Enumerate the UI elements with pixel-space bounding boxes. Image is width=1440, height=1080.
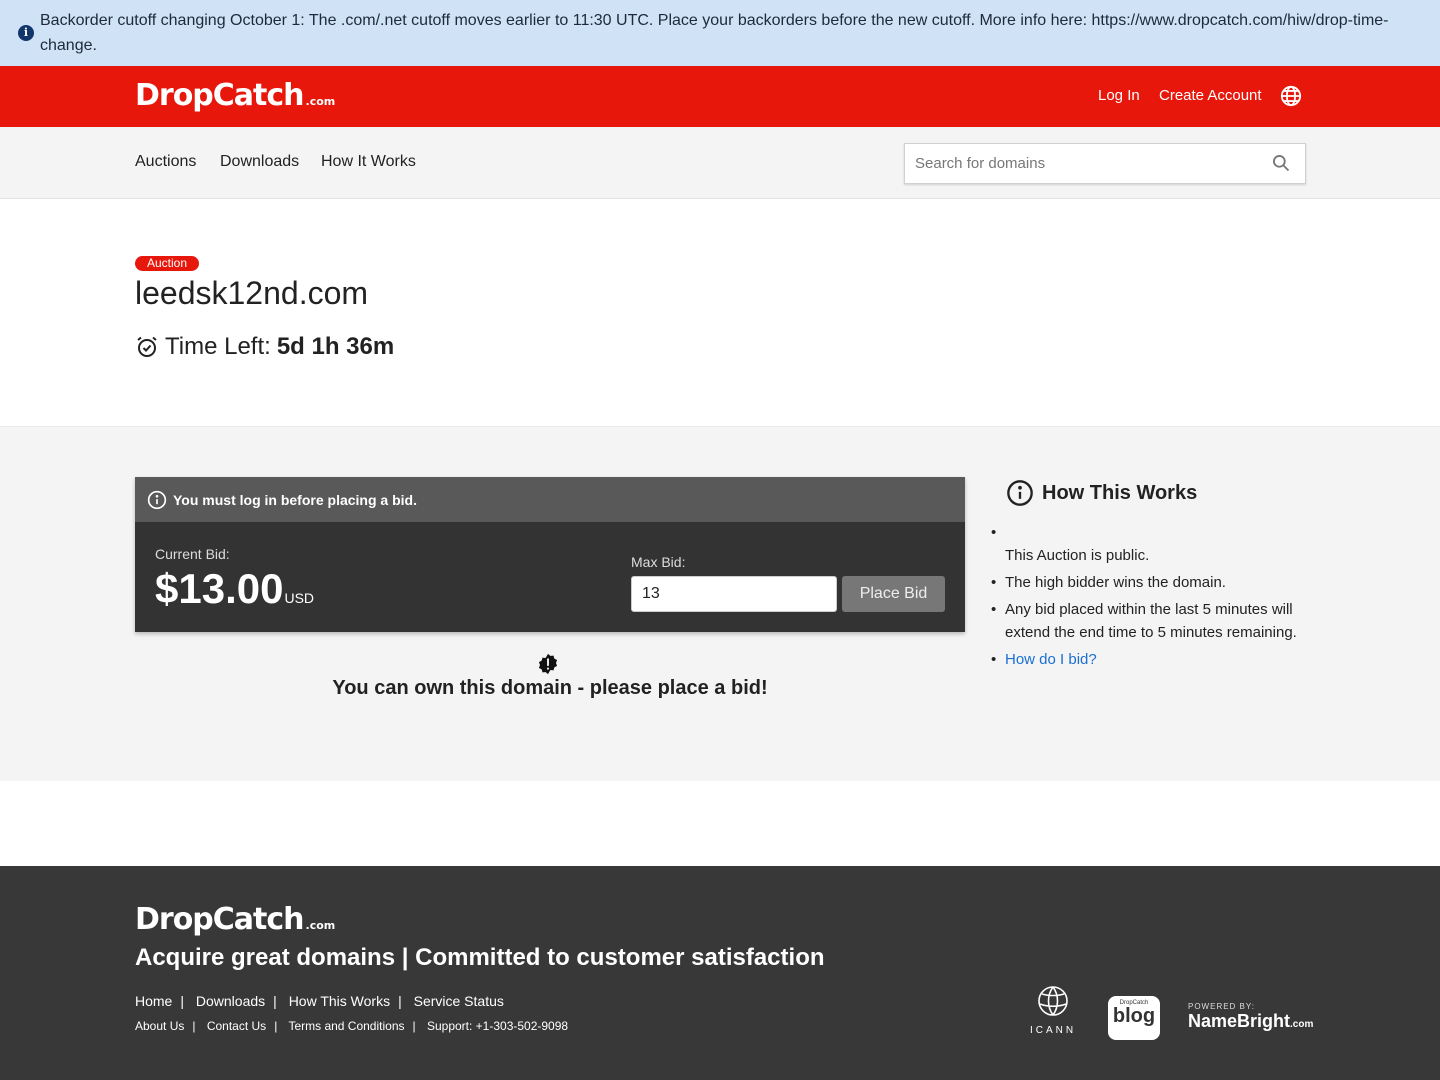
powered-by-text: POWERED BY:	[1188, 1002, 1256, 1011]
footer-link-how-this-works[interactable]: How This Works	[289, 993, 390, 1009]
domain-header: Auction leedsk12nd.com Time Left: 5d 1h …	[0, 199, 1440, 427]
currency-label: USD	[284, 590, 315, 606]
max-bid-label: Max Bid:	[631, 554, 686, 570]
own-domain-message: You can own this domain - please place a…	[332, 677, 768, 699]
blog-logo[interactable]: DropCatch blog	[1108, 996, 1160, 1040]
info-icon: i	[18, 25, 34, 41]
icann-logo[interactable]: ICANN	[1026, 984, 1080, 1036]
icann-globe-icon	[1038, 986, 1068, 1016]
top-bar: DropCatch .com Log In Create Account	[0, 66, 1440, 127]
auction-badge: Auction	[135, 256, 200, 271]
alarm-clock-icon	[137, 336, 157, 357]
logo-suffix: .com	[305, 95, 336, 108]
info-icon	[1007, 480, 1033, 506]
footer-support-phone[interactable]: Support: +1-303-502-9098	[427, 1019, 568, 1033]
create-account-link[interactable]: Create Account	[1159, 87, 1262, 104]
nav-downloads[interactable]: Downloads	[220, 153, 299, 171]
logo-text: DropCatch	[135, 78, 305, 113]
namebright-name: NameBright.com	[1188, 1011, 1313, 1032]
namebright-text: NameBright	[1188, 1011, 1291, 1031]
nav-how-it-works[interactable]: How It Works	[321, 153, 416, 171]
footer: DropCatch .com Acquire great domains | Co…	[0, 866, 1440, 1080]
bid-card: You must log in before placing a bid. Cu…	[135, 477, 965, 632]
how-do-i-bid-link[interactable]: How do I bid?	[1005, 648, 1316, 671]
footer-link-home[interactable]: Home	[135, 993, 172, 1009]
login-link[interactable]: Log In	[1098, 87, 1140, 104]
domain-name: leedsk12nd.com	[135, 275, 369, 311]
how-title: How This Works	[1006, 479, 1316, 507]
footer-link-service-status[interactable]: Service Status	[414, 993, 504, 1009]
footer-primary-links: Home | Downloads | How This Works | Service…	[135, 993, 504, 1009]
how-this-works: How This Works • This Auction is public. …	[991, 479, 1316, 675]
icann-text: ICANN	[1029, 1025, 1077, 1036]
footer-logo-suffix: .com	[305, 919, 336, 932]
nav-auctions[interactable]: Auctions	[135, 153, 196, 171]
current-bid-amount: $13.00	[155, 565, 284, 612]
blog-text: blog	[1112, 1005, 1156, 1027]
how-item: • This Auction is public.	[991, 524, 1150, 564]
footer-link-contact[interactable]: Contact Us	[207, 1019, 266, 1033]
search-icon[interactable]	[1271, 153, 1291, 173]
how-item: • The high bidder wins the domain.	[991, 574, 1226, 591]
banner-text: Backorder cutoff changing October 1: The…	[40, 12, 1389, 54]
how-item: • Any bid placed within the last 5 minute…	[991, 601, 1297, 641]
place-bid-button[interactable]: Place Bid	[842, 576, 945, 612]
current-bid-label: Current Bid:	[155, 546, 230, 562]
max-bid-input[interactable]	[631, 576, 837, 612]
footer-link-terms[interactable]: Terms and Conditions	[288, 1019, 404, 1033]
globe-icon[interactable]	[1280, 85, 1302, 107]
time-left-label: Time Left:	[165, 333, 271, 360]
search-input[interactable]	[905, 144, 1255, 183]
search-box	[904, 143, 1306, 184]
footer-link-about[interactable]: About Us	[135, 1019, 184, 1033]
announcement-banner: i Backorder cutoff changing October 1: T…	[0, 0, 1440, 66]
alert-badge-icon	[538, 653, 558, 675]
namebright-logo[interactable]: POWERED BY: NameBright.com	[1188, 1002, 1313, 1032]
footer-secondary-links: About Us | Contact Us | Terms and Conditio…	[135, 1019, 569, 1033]
namebright-suffix: .com	[1290, 1019, 1314, 1030]
how-item-link: • How do I bid?	[991, 648, 1316, 671]
footer-logo[interactable]: DropCatch .com	[135, 902, 335, 937]
main-nav: Auctions Downloads How It Works	[0, 127, 1440, 199]
footer-tagline: Acquire great domains | Committed to cus…	[135, 944, 825, 971]
time-left-value: 5d 1h 36m	[276, 333, 395, 360]
footer-logo-text: DropCatch	[135, 902, 305, 937]
time-left: Time Left: 5d 1h 36m	[135, 333, 394, 361]
info-icon	[147, 490, 167, 509]
how-title-text: How This Works	[1042, 481, 1198, 504]
login-notice: You must log in before placing a bid.	[135, 477, 965, 522]
footer-link-downloads[interactable]: Downloads	[196, 993, 265, 1009]
bid-section: You must log in before placing a bid. Cu…	[0, 427, 1440, 781]
current-bid-value: $13.00USD	[155, 565, 314, 613]
dropcatch-logo[interactable]: DropCatch .com	[135, 78, 335, 113]
login-notice-text: You must log in before placing a bid.	[173, 491, 417, 508]
